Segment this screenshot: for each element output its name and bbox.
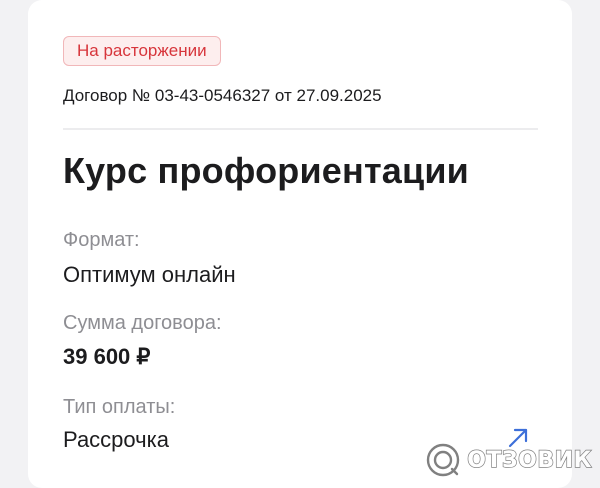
format-value: Оптимум онлайн bbox=[63, 262, 236, 287]
format-label: Формат: bbox=[63, 229, 140, 251]
payment-type-label: Тип оплаты: bbox=[63, 396, 176, 418]
otzovik-watermark: ОТЗОВИК bbox=[425, 440, 592, 480]
contract-sum-label: Сумма договора: bbox=[63, 312, 222, 334]
course-title: Курс профориентации bbox=[63, 150, 470, 191]
payment-type-value: Рассрочка bbox=[63, 427, 169, 452]
contract-number: Договор № 03-43-0546327 от 27.09.2025 bbox=[63, 86, 382, 105]
watermark-text: ОТЗОВИК bbox=[467, 447, 593, 473]
status-badge: На расторжении bbox=[63, 36, 221, 66]
contract-card: На расторжении Договор № 03-43-0546327 о… bbox=[28, 0, 572, 488]
contract-sum-value: 39 600 ₽ bbox=[63, 344, 151, 369]
divider bbox=[63, 128, 538, 130]
otzovik-logo-icon bbox=[427, 443, 460, 477]
